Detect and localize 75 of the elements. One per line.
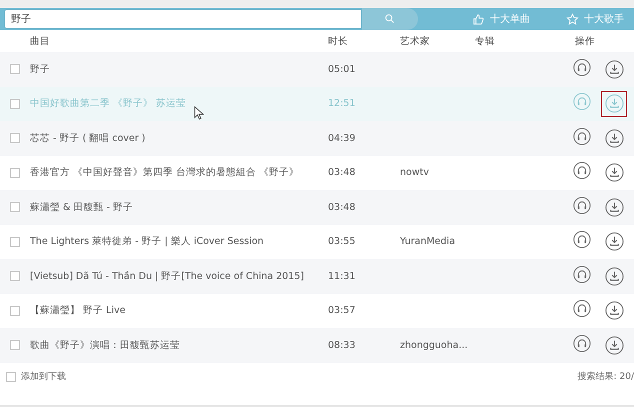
download-button[interactable] <box>601 90 627 117</box>
result-count: 搜索结果: 20/ <box>578 370 634 383</box>
checkbox[interactable] <box>10 64 20 74</box>
checkbox[interactable] <box>10 168 20 178</box>
artist: nowtv <box>400 167 430 178</box>
song-title: 歌曲《野子》演唱：田馥甄苏运莹 <box>30 338 181 352</box>
headphones-icon <box>573 334 591 353</box>
song-title: 中国好歌曲第二季 《野子》 苏运莹 <box>30 97 188 110</box>
duration: 03:57 <box>328 305 356 316</box>
song-title: 野子 <box>30 62 51 76</box>
duration: 08:33 <box>328 340 356 351</box>
duration: 05:01 <box>328 64 356 75</box>
listen-button[interactable] <box>571 298 593 320</box>
listen-button[interactable] <box>571 228 593 251</box>
search-icon <box>384 13 396 25</box>
column-header: 操作 <box>574 34 596 48</box>
headphones-icon <box>573 299 591 318</box>
checkbox[interactable] <box>10 306 20 316</box>
duration: 03:48 <box>328 167 356 178</box>
download-icon <box>604 266 624 286</box>
star-icon <box>566 12 579 26</box>
headphones-icon <box>573 230 591 250</box>
download-icon <box>604 60 624 79</box>
column-header: 曲目 <box>30 34 51 48</box>
headphones-icon <box>573 161 591 180</box>
duration: 03:48 <box>328 202 356 213</box>
download-icon <box>604 232 624 252</box>
search-field[interactable]: 野子 <box>4 9 362 29</box>
headphones-icon <box>573 126 591 146</box>
checkbox[interactable] <box>10 340 20 350</box>
listen-button[interactable] <box>571 194 593 216</box>
table-row[interactable]: [Vietsub] Dã Tú - Thần Du | 野子[The voice of China 2015] 11:31 <box>0 259 634 294</box>
artist: YuranMedia <box>400 236 456 248</box>
checkbox[interactable] <box>6 372 16 382</box>
song-title: 芯芯 - 野子 ( 翻唱 cover ) <box>30 132 146 145</box>
listen-button[interactable] <box>571 56 593 78</box>
column-header: 时长 <box>328 34 349 48</box>
duration: 12:51 <box>328 98 356 110</box>
checkbox[interactable] <box>10 98 20 109</box>
column-header: 专辑 <box>475 34 496 48</box>
add-to-download-label[interactable]: 添加到下载 <box>21 370 66 383</box>
checkbox[interactable] <box>10 202 20 212</box>
checkbox[interactable] <box>10 271 20 282</box>
duration: 03:55 <box>328 236 356 248</box>
listen-button[interactable] <box>571 125 593 148</box>
table-row[interactable]: 野子 05:01 <box>0 52 634 86</box>
listen-button[interactable] <box>571 160 593 182</box>
download-icon <box>604 128 624 148</box>
headphones-icon <box>573 92 591 112</box>
headphones-icon <box>573 264 591 284</box>
cursor-icon <box>194 106 204 120</box>
thumb-up-icon <box>472 12 485 26</box>
table-row[interactable]: 歌曲《野子》演唱：田馥甄苏运莹 08:33 zhongguoha... <box>0 328 634 362</box>
song-title: 蘇瀟瑩 & 田馥甄 - 野子 <box>30 200 134 214</box>
song-title: [Vietsub] Dã Tú - Thần Du | 野子[The voice of China 2015] <box>30 270 305 283</box>
song-title: 香港官方 《中国好聲音》第四季 台灣求的暑態組合 《野子》 <box>30 166 300 180</box>
download-icon <box>604 94 624 114</box>
headphones-icon <box>573 58 591 77</box>
download-icon <box>604 336 624 355</box>
artist: zhongguoha... <box>400 340 469 351</box>
song-title: The Lighters 萊特徙弟 - 野子 | 樂人 iCover Session <box>30 235 265 248</box>
song-title: 【蘇瀟瑩】 野子 Live <box>30 304 126 318</box>
download-icon <box>604 301 624 320</box>
table-row[interactable]: 芯芯 - 野子 ( 翻唱 cover ) 04:39 <box>0 121 634 156</box>
duration: 04:39 <box>328 132 356 144</box>
listen-button[interactable] <box>571 263 593 286</box>
column-header: 艺术家 <box>400 34 431 48</box>
duration: 11:31 <box>328 270 356 282</box>
headphones-icon <box>573 196 591 215</box>
download-icon <box>604 198 624 217</box>
download-icon <box>604 163 624 182</box>
table-row[interactable]: 蘇瀟瑩 & 田馥甄 - 野子 03:48 <box>0 190 634 224</box>
checkbox[interactable] <box>10 236 20 247</box>
listen-button[interactable] <box>571 332 593 354</box>
checkbox[interactable] <box>10 133 20 144</box>
